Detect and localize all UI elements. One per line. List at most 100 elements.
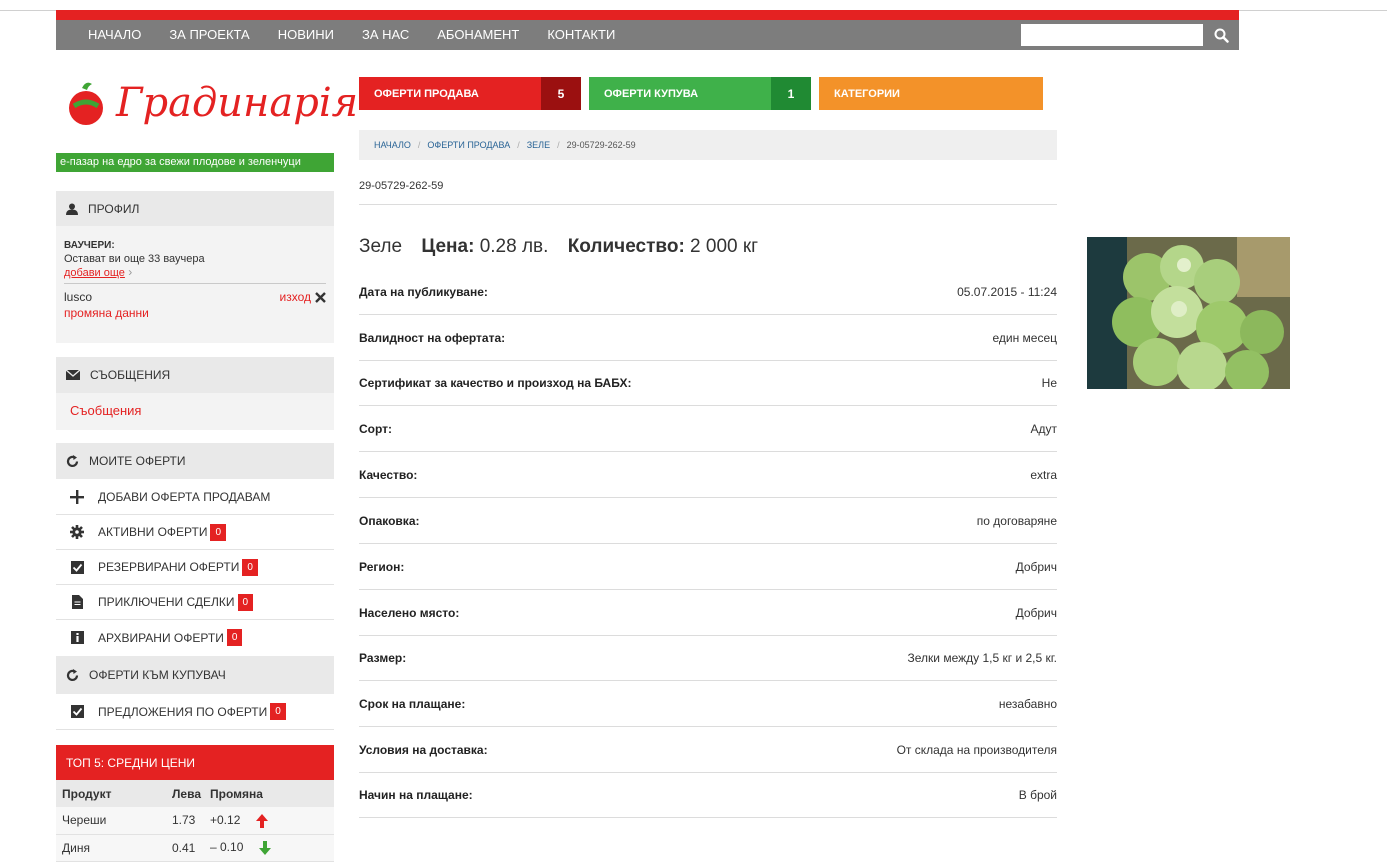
top5-change: – 0.10 bbox=[210, 840, 244, 855]
my-offers-title: МОИТЕ ОФЕРТИ bbox=[89, 454, 186, 468]
nav-bar: НАЧАЛО ЗА ПРОЕКТА НОВИНИ ЗА НАС АБОНАМЕН… bbox=[56, 20, 1239, 50]
detail-row-validity: Валидност на офертата: един месец bbox=[359, 315, 1057, 361]
logo-name: Градинарiя bbox=[116, 80, 359, 126]
refresh-icon bbox=[66, 454, 79, 467]
add-offer-sell-label: ДОБАВИ ОФЕРТА ПРОДАВАМ bbox=[98, 490, 271, 504]
detail-label: Сорт: bbox=[359, 421, 393, 436]
archived-offers-count-badge: 0 bbox=[226, 629, 243, 646]
tab-offers-sell[interactable]: ОФЕРТИ ПРОДАВА 5 bbox=[359, 77, 581, 110]
top5-col-price: Лева bbox=[166, 780, 204, 807]
nav-about-project[interactable]: ЗА ПРОЕКТА bbox=[155, 20, 263, 50]
add-vouchers-link[interactable]: добави още bbox=[64, 267, 125, 279]
archived-offers-item[interactable]: АРХВИРАНИ ОФЕРТИ 0 bbox=[56, 620, 334, 655]
voucher-panel: ВАУЧЕРИ: Остават ви още 33 ваучера добав… bbox=[56, 226, 334, 343]
logout-label: изход bbox=[279, 290, 311, 304]
change-data-link[interactable]: промяна данни bbox=[64, 306, 326, 320]
breadcrumb-home[interactable]: НАЧАЛО bbox=[374, 140, 411, 150]
detail-row-variety: Сорт: Адут bbox=[359, 406, 1057, 452]
tab-offers-buy-count: 1 bbox=[771, 77, 811, 110]
top5-change-cell: +0.12 bbox=[204, 807, 334, 835]
reserved-offers-label: РЕЗЕРВИРАНИ ОФЕРТИ bbox=[98, 560, 240, 574]
cabbage-photo-image bbox=[1087, 237, 1290, 389]
detail-label: Условия на доставка: bbox=[359, 742, 488, 757]
search-button[interactable] bbox=[1203, 20, 1239, 50]
table-row[interactable]: Череши 1.73 +0.12 bbox=[56, 807, 334, 835]
site-logo[interactable]: Градинарiя bbox=[58, 72, 358, 152]
nav-accent-bar bbox=[56, 10, 1239, 20]
detail-label: Опаковка: bbox=[359, 513, 420, 528]
reserved-offers-item[interactable]: РЕЗЕРВИРАНИ ОФЕРТИ 0 bbox=[56, 550, 334, 585]
search-icon bbox=[1214, 28, 1229, 43]
checkbox-icon bbox=[70, 705, 84, 718]
closed-deals-count-badge: 0 bbox=[237, 593, 254, 611]
checkbox-icon bbox=[70, 560, 84, 574]
breadcrumb-offers-sell[interactable]: ОФЕРТИ ПРОДАВА bbox=[427, 140, 510, 150]
detail-value: 05.07.2015 - 11:24 bbox=[957, 284, 1057, 299]
top5-price: 0.41 bbox=[166, 834, 204, 862]
top5-price-table: Продукт Лева Промяна Череши 1.73 +0.12 Д… bbox=[56, 780, 334, 862]
detail-row-size: Размер: Зелки между 1,5 кг и 2,5 кг. bbox=[359, 635, 1057, 681]
nav-contacts[interactable]: КОНТАКТИ bbox=[533, 20, 629, 50]
detail-label: Дата на публикуване: bbox=[359, 284, 488, 299]
detail-row-certificate: Сертификат за качество и произход на БАБ… bbox=[359, 360, 1057, 406]
quantity-label: Количество: bbox=[567, 236, 685, 257]
active-offers-label: АКТИВНИ ОФЕРТИ bbox=[98, 525, 208, 539]
tab-categories-label: КАТЕГОРИИ bbox=[834, 87, 900, 100]
nav-subscription[interactable]: АБОНАМЕНТ bbox=[423, 20, 533, 50]
nav-home[interactable]: НАЧАЛО bbox=[56, 20, 155, 50]
detail-value: по договаряне bbox=[976, 513, 1057, 528]
arrow-down-icon bbox=[258, 840, 271, 855]
offer-product: Зеле bbox=[359, 236, 403, 257]
envelope-icon bbox=[66, 370, 80, 380]
breadcrumb-category[interactable]: ЗЕЛЕ bbox=[527, 140, 550, 150]
offer-title: Зеле Цена: 0.28 лв. Количество: 2 000 кг bbox=[359, 236, 758, 258]
active-offers-count-badge: 0 bbox=[210, 523, 227, 541]
detail-value: Адут bbox=[1030, 421, 1057, 436]
nav-about-us[interactable]: ЗА НАС bbox=[348, 20, 423, 50]
messages-link[interactable]: Съобщения bbox=[70, 403, 141, 418]
messages-header: СЪОБЩЕНИЯ bbox=[56, 357, 334, 393]
top5-product: Диня bbox=[56, 834, 166, 862]
add-offer-sell-item[interactable]: ДОБАВИ ОФЕРТА ПРОДАВАМ bbox=[56, 480, 334, 515]
buyer-offers-header: ОФЕРТИ КЪМ КУПУВАЧ bbox=[56, 656, 334, 694]
top5-change: +0.12 bbox=[210, 812, 241, 827]
price-value: 0.28 лв. bbox=[479, 236, 549, 257]
gear-icon bbox=[70, 525, 84, 539]
quantity-value: 2 000 кг bbox=[690, 236, 759, 257]
closed-deals-item[interactable]: ПРИКЛЮЧЕНИ СДЕЛКИ 0 bbox=[56, 585, 334, 620]
detail-value: От склада на производителя bbox=[896, 742, 1057, 757]
tab-offers-buy[interactable]: ОФЕРТИ КУПУВА 1 bbox=[589, 77, 811, 110]
offer-id: 29-05729-262-59 bbox=[359, 180, 444, 192]
detail-value: extra bbox=[1030, 467, 1057, 482]
offer-proposals-count-badge: 0 bbox=[270, 703, 286, 720]
table-row[interactable]: Диня 0.41 – 0.10 bbox=[56, 834, 334, 862]
top5-change-cell: – 0.10 bbox=[204, 834, 334, 862]
offer-proposals-item[interactable]: ПРЕДЛОЖЕНИЯ ПО ОФЕРТИ 0 bbox=[56, 694, 334, 730]
active-offers-item[interactable]: АКТИВНИ ОФЕРТИ 0 bbox=[56, 515, 334, 550]
nav-news[interactable]: НОВИНИ bbox=[264, 20, 348, 50]
detail-row-payment-method: Начин на плащане: В брой bbox=[359, 772, 1057, 818]
voucher-title: ВАУЧЕРИ: bbox=[64, 240, 115, 251]
product-photo[interactable] bbox=[1087, 237, 1290, 389]
messages-title: СЪОБЩЕНИЯ bbox=[90, 368, 171, 382]
info-icon bbox=[70, 631, 84, 644]
detail-label: Размер: bbox=[359, 650, 407, 665]
detail-row-delivery: Условия на доставка: От склада на произво… bbox=[359, 727, 1057, 773]
my-offers-header: МОИТЕ ОФЕРТИ bbox=[56, 443, 334, 479]
top5-col-change: Промяна bbox=[204, 780, 334, 807]
detail-label: Сертификат за качество и произход на БАБ… bbox=[359, 375, 632, 390]
tab-categories[interactable]: КАТЕГОРИИ bbox=[819, 77, 1043, 110]
tab-offers-sell-count: 5 bbox=[541, 77, 581, 110]
top5-col-product: Продукт bbox=[56, 780, 166, 807]
tab-offers-buy-label: ОФЕРТИ КУПУВА bbox=[604, 87, 699, 100]
breadcrumb-current: 29-05729-262-59 bbox=[566, 140, 636, 150]
search-input[interactable] bbox=[1021, 24, 1203, 46]
profile-header: ПРОФИЛ bbox=[56, 191, 334, 227]
logout-link[interactable]: изход bbox=[280, 290, 326, 304]
detail-value: Добрич bbox=[1015, 559, 1057, 574]
plus-icon bbox=[70, 490, 84, 504]
breadcrumb-separator: / bbox=[517, 140, 520, 150]
main-navigation: НАЧАЛО ЗА ПРОЕКТА НОВИНИ ЗА НАС АБОНАМЕН… bbox=[56, 10, 1239, 50]
closed-deals-label: ПРИКЛЮЧЕНИ СДЕЛКИ bbox=[98, 595, 235, 609]
detail-label: Регион: bbox=[359, 559, 405, 574]
